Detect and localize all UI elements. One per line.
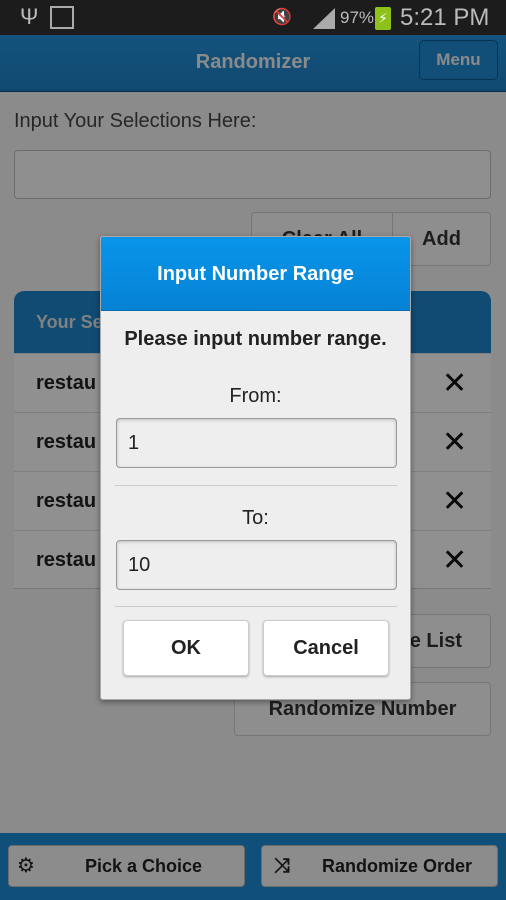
divider bbox=[115, 606, 397, 607]
clock: 5:21 PM bbox=[400, 4, 490, 31]
cancel-button[interactable]: Cancel bbox=[263, 620, 389, 676]
divider bbox=[115, 485, 397, 486]
dialog-message: Please input number range. bbox=[124, 328, 387, 350]
battery-percent: 97% bbox=[340, 8, 375, 27]
from-input[interactable] bbox=[116, 418, 397, 468]
usb-icon: Ψ bbox=[20, 4, 39, 29]
battery-charging-icon: ⚡ bbox=[375, 7, 391, 30]
image-icon bbox=[50, 6, 74, 29]
dialog-title: Input Number Range bbox=[101, 237, 410, 311]
number-range-dialog: Input Number Range Please input number r… bbox=[100, 236, 411, 700]
ok-button[interactable]: OK bbox=[123, 620, 249, 676]
to-input[interactable] bbox=[116, 540, 397, 590]
to-label: To: bbox=[242, 507, 269, 529]
mute-vibrate-icon: 🔇 bbox=[272, 9, 292, 26]
from-label: From: bbox=[229, 385, 282, 407]
status-bar: Ψ 🔇 97% ⚡ 5:21 PM bbox=[0, 0, 506, 35]
signal-icon bbox=[313, 8, 335, 29]
